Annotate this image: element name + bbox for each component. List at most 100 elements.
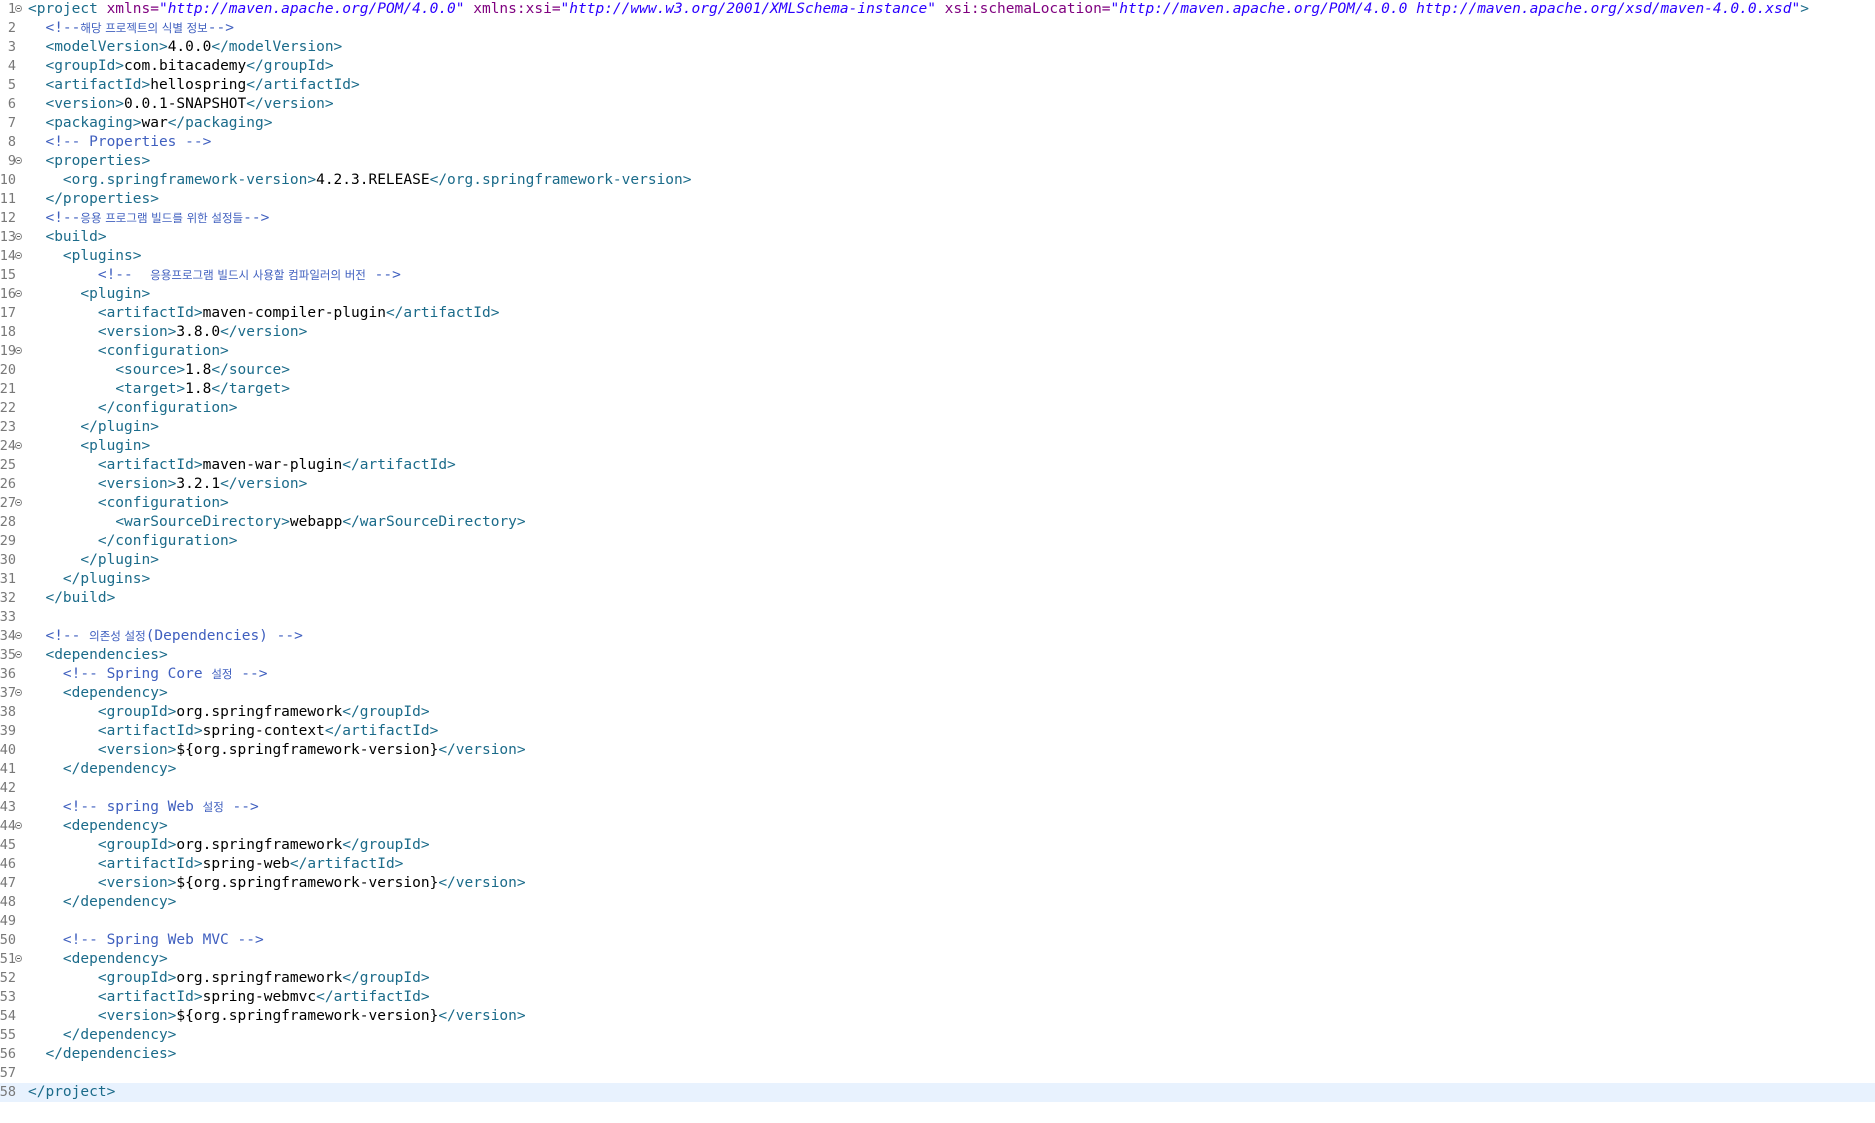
fold-collapse-icon[interactable] (15, 290, 22, 297)
line-number: 42 (0, 780, 16, 796)
code-line[interactable]: 46 <artifactId>spring-web</artifactId> (0, 855, 1875, 874)
code-line[interactable]: 43 <!-- spring Web 설정 --> (0, 798, 1875, 817)
code-line[interactable]: 48 </dependency> (0, 893, 1875, 912)
fold-collapse-icon[interactable] (15, 689, 22, 696)
code-line[interactable]: 21 <target>1.8</target> (0, 380, 1875, 399)
fold-collapse-icon[interactable] (15, 347, 22, 354)
line-number: 21 (0, 381, 16, 397)
code-line[interactable]: 57 (0, 1064, 1875, 1083)
line-code: <artifactId>spring-context</artifactId> (28, 722, 438, 741)
code-line[interactable]: 3 <modelVersion>4.0.0</modelVersion> (0, 38, 1875, 57)
code-line[interactable]: 2 <!--해당 프로젝트의 식별 정보--> (0, 19, 1875, 38)
code-line[interactable]: 45 <groupId>org.springframework</groupId… (0, 836, 1875, 855)
line-number: 25 (0, 457, 16, 473)
fold-collapse-icon[interactable] (15, 252, 22, 259)
code-line[interactable]: 14 <plugins> (0, 247, 1875, 266)
line-gutter: 34 (0, 627, 24, 646)
fold-collapse-icon[interactable] (15, 442, 22, 449)
code-line[interactable]: 58 </project> (0, 1083, 1875, 1102)
code-line[interactable]: 12 <!--응용 프로그램 빌드를 위한 설정들--> (0, 209, 1875, 228)
code-line[interactable]: 6 <version>0.0.1-SNAPSHOT</version> (0, 95, 1875, 114)
code-line[interactable]: 36 <!-- Spring Core 설정 --> (0, 665, 1875, 684)
text-token: war (141, 115, 168, 131)
code-line[interactable]: 47 <version>${org.springframework-versio… (0, 874, 1875, 893)
line-gutter: 15 (0, 266, 24, 285)
code-line[interactable]: 30 </plugin> (0, 551, 1875, 570)
code-line[interactable]: 10 <org.springframework-version>4.2.3.RE… (0, 171, 1875, 190)
code-line[interactable]: 1 <project xmlns="http://maven.apache.org… (0, 0, 1875, 19)
fold-collapse-icon[interactable] (15, 157, 22, 164)
code-line[interactable]: 24 <plugin> (0, 437, 1875, 456)
line-gutter: 12 (0, 209, 24, 228)
code-line[interactable]: 26 <version>3.2.1</version> (0, 475, 1875, 494)
code-line[interactable]: 42 (0, 779, 1875, 798)
code-line[interactable]: 27 <configuration> (0, 494, 1875, 513)
code-line[interactable]: 17 <artifactId>maven-compiler-plugin</ar… (0, 304, 1875, 323)
code-line[interactable]: 4 <groupId>com.bitacademy</groupId> (0, 57, 1875, 76)
code-line[interactable]: 13 <build> (0, 228, 1875, 247)
code-line[interactable]: 8 <!-- Properties --> (0, 133, 1875, 152)
code-line[interactable]: 25 <artifactId>maven-war-plugin</artifac… (0, 456, 1875, 475)
code-line[interactable]: 19 <configuration> (0, 342, 1875, 361)
line-number: 41 (0, 761, 16, 777)
code-line[interactable]: 28 <warSourceDirectory>webapp</warSource… (0, 513, 1875, 532)
code-line[interactable]: 49 (0, 912, 1875, 931)
fold-collapse-icon[interactable] (15, 499, 22, 506)
fold-collapse-icon[interactable] (15, 632, 22, 639)
code-line[interactable]: 44 <dependency> (0, 817, 1875, 836)
code-line[interactable]: 51 <dependency> (0, 950, 1875, 969)
code-line[interactable]: 23 </plugin> (0, 418, 1875, 437)
fold-collapse-icon[interactable] (15, 233, 22, 240)
comment-token: 응용 프로그램 빌드를 위한 설정들 (80, 211, 244, 225)
fold-collapse-icon[interactable] (15, 651, 22, 658)
code-line[interactable]: 35 <dependencies> (0, 646, 1875, 665)
code-line[interactable]: 7 <packaging>war</packaging> (0, 114, 1875, 133)
code-line[interactable]: 15 <!-- 응용프로그램 빌드시 사용할 컴파일러의 버전 --> (0, 266, 1875, 285)
code-line[interactable]: 16 <plugin> (0, 285, 1875, 304)
text-token: 3.8.0 (176, 324, 221, 340)
code-line[interactable]: 55 </dependency> (0, 1026, 1875, 1045)
code-line[interactable]: 34 <!-- 의존성 설정(Dependencies) --> (0, 627, 1875, 646)
code-line[interactable]: 33 (0, 608, 1875, 627)
code-line[interactable]: 31 </plugins> (0, 570, 1875, 589)
code-line[interactable]: 41 </dependency> (0, 760, 1875, 779)
code-line[interactable]: 53 <artifactId>spring-webmvc</artifactId… (0, 988, 1875, 1007)
line-gutter: 5 (0, 76, 24, 95)
code-lines[interactable]: 1 <project xmlns="http://maven.apache.org… (0, 0, 1875, 1102)
code-line[interactable]: 32 </build> (0, 589, 1875, 608)
line-number: 23 (0, 419, 16, 435)
code-line[interactable]: 20 <source>1.8</source> (0, 361, 1875, 380)
fold-collapse-icon[interactable] (15, 955, 22, 962)
code-line[interactable]: 9 <properties> (0, 152, 1875, 171)
line-code: <version>${org.springframework-version}<… (28, 874, 526, 893)
code-line[interactable]: 18 <version>3.8.0</version> (0, 323, 1875, 342)
line-code: <modelVersion>4.0.0</modelVersion> (28, 38, 342, 57)
code-line[interactable]: 54 <version>${org.springframework-versio… (0, 1007, 1875, 1026)
code-line[interactable]: 39 <artifactId>spring-context</artifactI… (0, 722, 1875, 741)
xml-source-editor[interactable]: 1 <project xmlns="http://maven.apache.org… (0, 0, 1875, 1123)
code-line[interactable]: 37 <dependency> (0, 684, 1875, 703)
line-gutter: 13 (0, 228, 24, 247)
xml-tag-token: </plugin> (80, 552, 159, 568)
line-number: 30 (0, 552, 16, 568)
xml-tag-token: </plugin> (80, 419, 159, 435)
code-line[interactable]: 50 <!-- Spring Web MVC --> (0, 931, 1875, 950)
fold-collapse-icon[interactable] (15, 822, 22, 829)
fold-collapse-icon[interactable] (15, 5, 22, 12)
code-line[interactable]: 56 </dependencies> (0, 1045, 1875, 1064)
code-line[interactable]: 11 </properties> (0, 190, 1875, 209)
code-line[interactable]: 40 <version>${org.springframework-versio… (0, 741, 1875, 760)
comment-token: --> (223, 799, 259, 815)
xml-tag-token: <groupId> (97, 970, 177, 986)
xml-tag-token: <groupId> (97, 837, 177, 853)
code-line[interactable]: 29 </configuration> (0, 532, 1875, 551)
code-line[interactable]: 38 <groupId>org.springframework</groupId… (0, 703, 1875, 722)
code-line[interactable]: 52 <groupId>org.springframework</groupId… (0, 969, 1875, 988)
xml-tag-token: </source> (211, 362, 290, 378)
code-line[interactable]: 22 </configuration> (0, 399, 1875, 418)
code-line[interactable]: 5 <artifactId>hellospring</artifactId> (0, 76, 1875, 95)
